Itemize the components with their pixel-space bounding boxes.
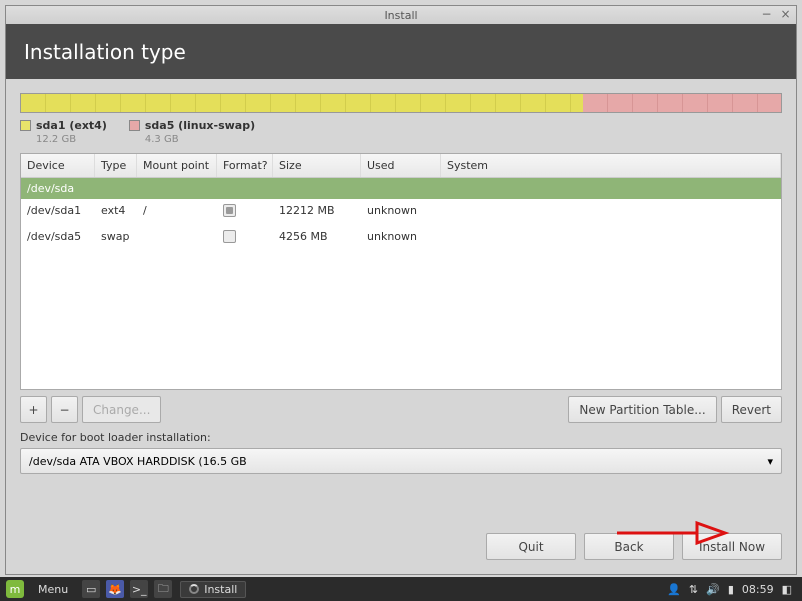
th-used[interactable]: Used [361, 154, 441, 177]
legend-name: sda1 (ext4) [36, 119, 107, 132]
table-header: Device Type Mount point Format? Size Use… [21, 154, 781, 178]
taskbar[interactable]: m Menu ▭ 🦊 >_ 🗀 Install 👤 ⇅ 🔊 ▮ 08:59 ◧ [0, 577, 802, 601]
user-icon[interactable]: 👤 [667, 583, 681, 596]
install-window: Install − × Installation type sda1 (ext4… [5, 5, 797, 575]
format-checkbox[interactable] [223, 204, 236, 217]
cell-system [441, 204, 781, 220]
cell-device: /dev/sda5 [21, 230, 95, 246]
mint-logo-icon[interactable]: m [6, 580, 24, 598]
table-row[interactable]: /dev/sda5swap 4256 MBunknown [21, 225, 781, 251]
cell-type: swap [95, 230, 137, 246]
cell-size: 4256 MB [273, 230, 361, 246]
disk-usage-bar [20, 93, 782, 113]
table-row[interactable]: /dev/sda1ext4/ 12212 MBunknown [21, 199, 781, 225]
legend-size: 12.2 GB [36, 134, 76, 145]
new-partition-table-button[interactable]: New Partition Table... [568, 396, 716, 423]
th-device[interactable]: Device [21, 154, 95, 177]
menu-button[interactable]: Menu [30, 583, 76, 596]
cell-format[interactable] [217, 204, 273, 220]
add-partition-button[interactable]: + [20, 396, 47, 423]
back-button[interactable]: Back [584, 533, 674, 560]
change-partition-button[interactable]: Change... [82, 396, 161, 423]
partition-toolbar: + − Change... New Partition Table... Rev… [20, 396, 782, 423]
terminal-icon[interactable]: >_ [130, 580, 148, 598]
partition-legend: sda1 (ext4) 12.2 GB sda5 (linux-swap) 4.… [20, 119, 782, 145]
system-tray: 👤 ⇅ 🔊 ▮ 08:59 ◧ [667, 583, 802, 596]
wizard-footer: Quit Back Install Now [6, 521, 796, 574]
files-icon[interactable]: 🗀 [154, 580, 172, 598]
legend-size: 4.3 GB [145, 134, 179, 145]
firefox-icon[interactable]: 🦊 [106, 580, 124, 598]
cell-size: 12212 MB [273, 204, 361, 220]
legend-name: sda5 (linux-swap) [145, 119, 255, 132]
titlebar: Install − × [6, 6, 796, 24]
install-now-button[interactable]: Install Now [682, 533, 782, 560]
remove-partition-button[interactable]: − [51, 396, 78, 423]
taskbar-item-install[interactable]: Install [180, 581, 246, 598]
th-system[interactable]: System [441, 154, 781, 177]
swatch-yellow [20, 120, 31, 131]
disk-seg-sda5 [583, 94, 781, 112]
page-header: Installation type [6, 24, 796, 79]
chevron-down-icon: ▾ [767, 455, 773, 468]
cell-used: unknown [361, 230, 441, 246]
bootloader-device-select[interactable]: /dev/sda ATA VBOX HARDDISK (16.5 GB ▾ [20, 448, 782, 474]
th-mount[interactable]: Mount point [137, 154, 217, 177]
bootloader-device-value: /dev/sda ATA VBOX HARDDISK (16.5 GB [29, 455, 247, 468]
cell-type: ext4 [95, 204, 137, 220]
cell-system [441, 230, 781, 246]
cell-mount [137, 230, 217, 246]
partition-table[interactable]: Device Type Mount point Format? Size Use… [20, 153, 782, 390]
legend-item-sda5: sda5 (linux-swap) 4.3 GB [129, 119, 255, 145]
window-title: Install [384, 9, 417, 22]
close-button[interactable]: × [779, 7, 792, 20]
taskbar-item-label: Install [204, 583, 237, 596]
battery-icon[interactable]: ▮ [728, 583, 734, 596]
cell-mount: / [137, 204, 217, 220]
disk-seg-sda1 [21, 94, 583, 112]
format-checkbox[interactable] [223, 230, 236, 243]
minimize-button[interactable]: − [760, 7, 773, 20]
clock[interactable]: 08:59 [742, 583, 774, 596]
table-group-row[interactable]: /dev/sda [21, 178, 781, 199]
volume-icon[interactable]: 🔊 [706, 583, 720, 596]
bootloader-label: Device for boot loader installation: [20, 431, 782, 444]
cell-format[interactable] [217, 230, 273, 246]
swatch-pink [129, 120, 140, 131]
page-title: Installation type [24, 40, 186, 64]
tray-toggle-icon[interactable]: ◧ [782, 583, 792, 596]
network-icon[interactable]: ⇅ [689, 583, 698, 596]
revert-button[interactable]: Revert [721, 396, 782, 423]
show-desktop-icon[interactable]: ▭ [82, 580, 100, 598]
legend-item-sda1: sda1 (ext4) 12.2 GB [20, 119, 107, 145]
th-size[interactable]: Size [273, 154, 361, 177]
quit-button[interactable]: Quit [486, 533, 576, 560]
spinner-icon [189, 584, 199, 594]
cell-device: /dev/sda1 [21, 204, 95, 220]
th-type[interactable]: Type [95, 154, 137, 177]
cell-used: unknown [361, 204, 441, 220]
th-format[interactable]: Format? [217, 154, 273, 177]
